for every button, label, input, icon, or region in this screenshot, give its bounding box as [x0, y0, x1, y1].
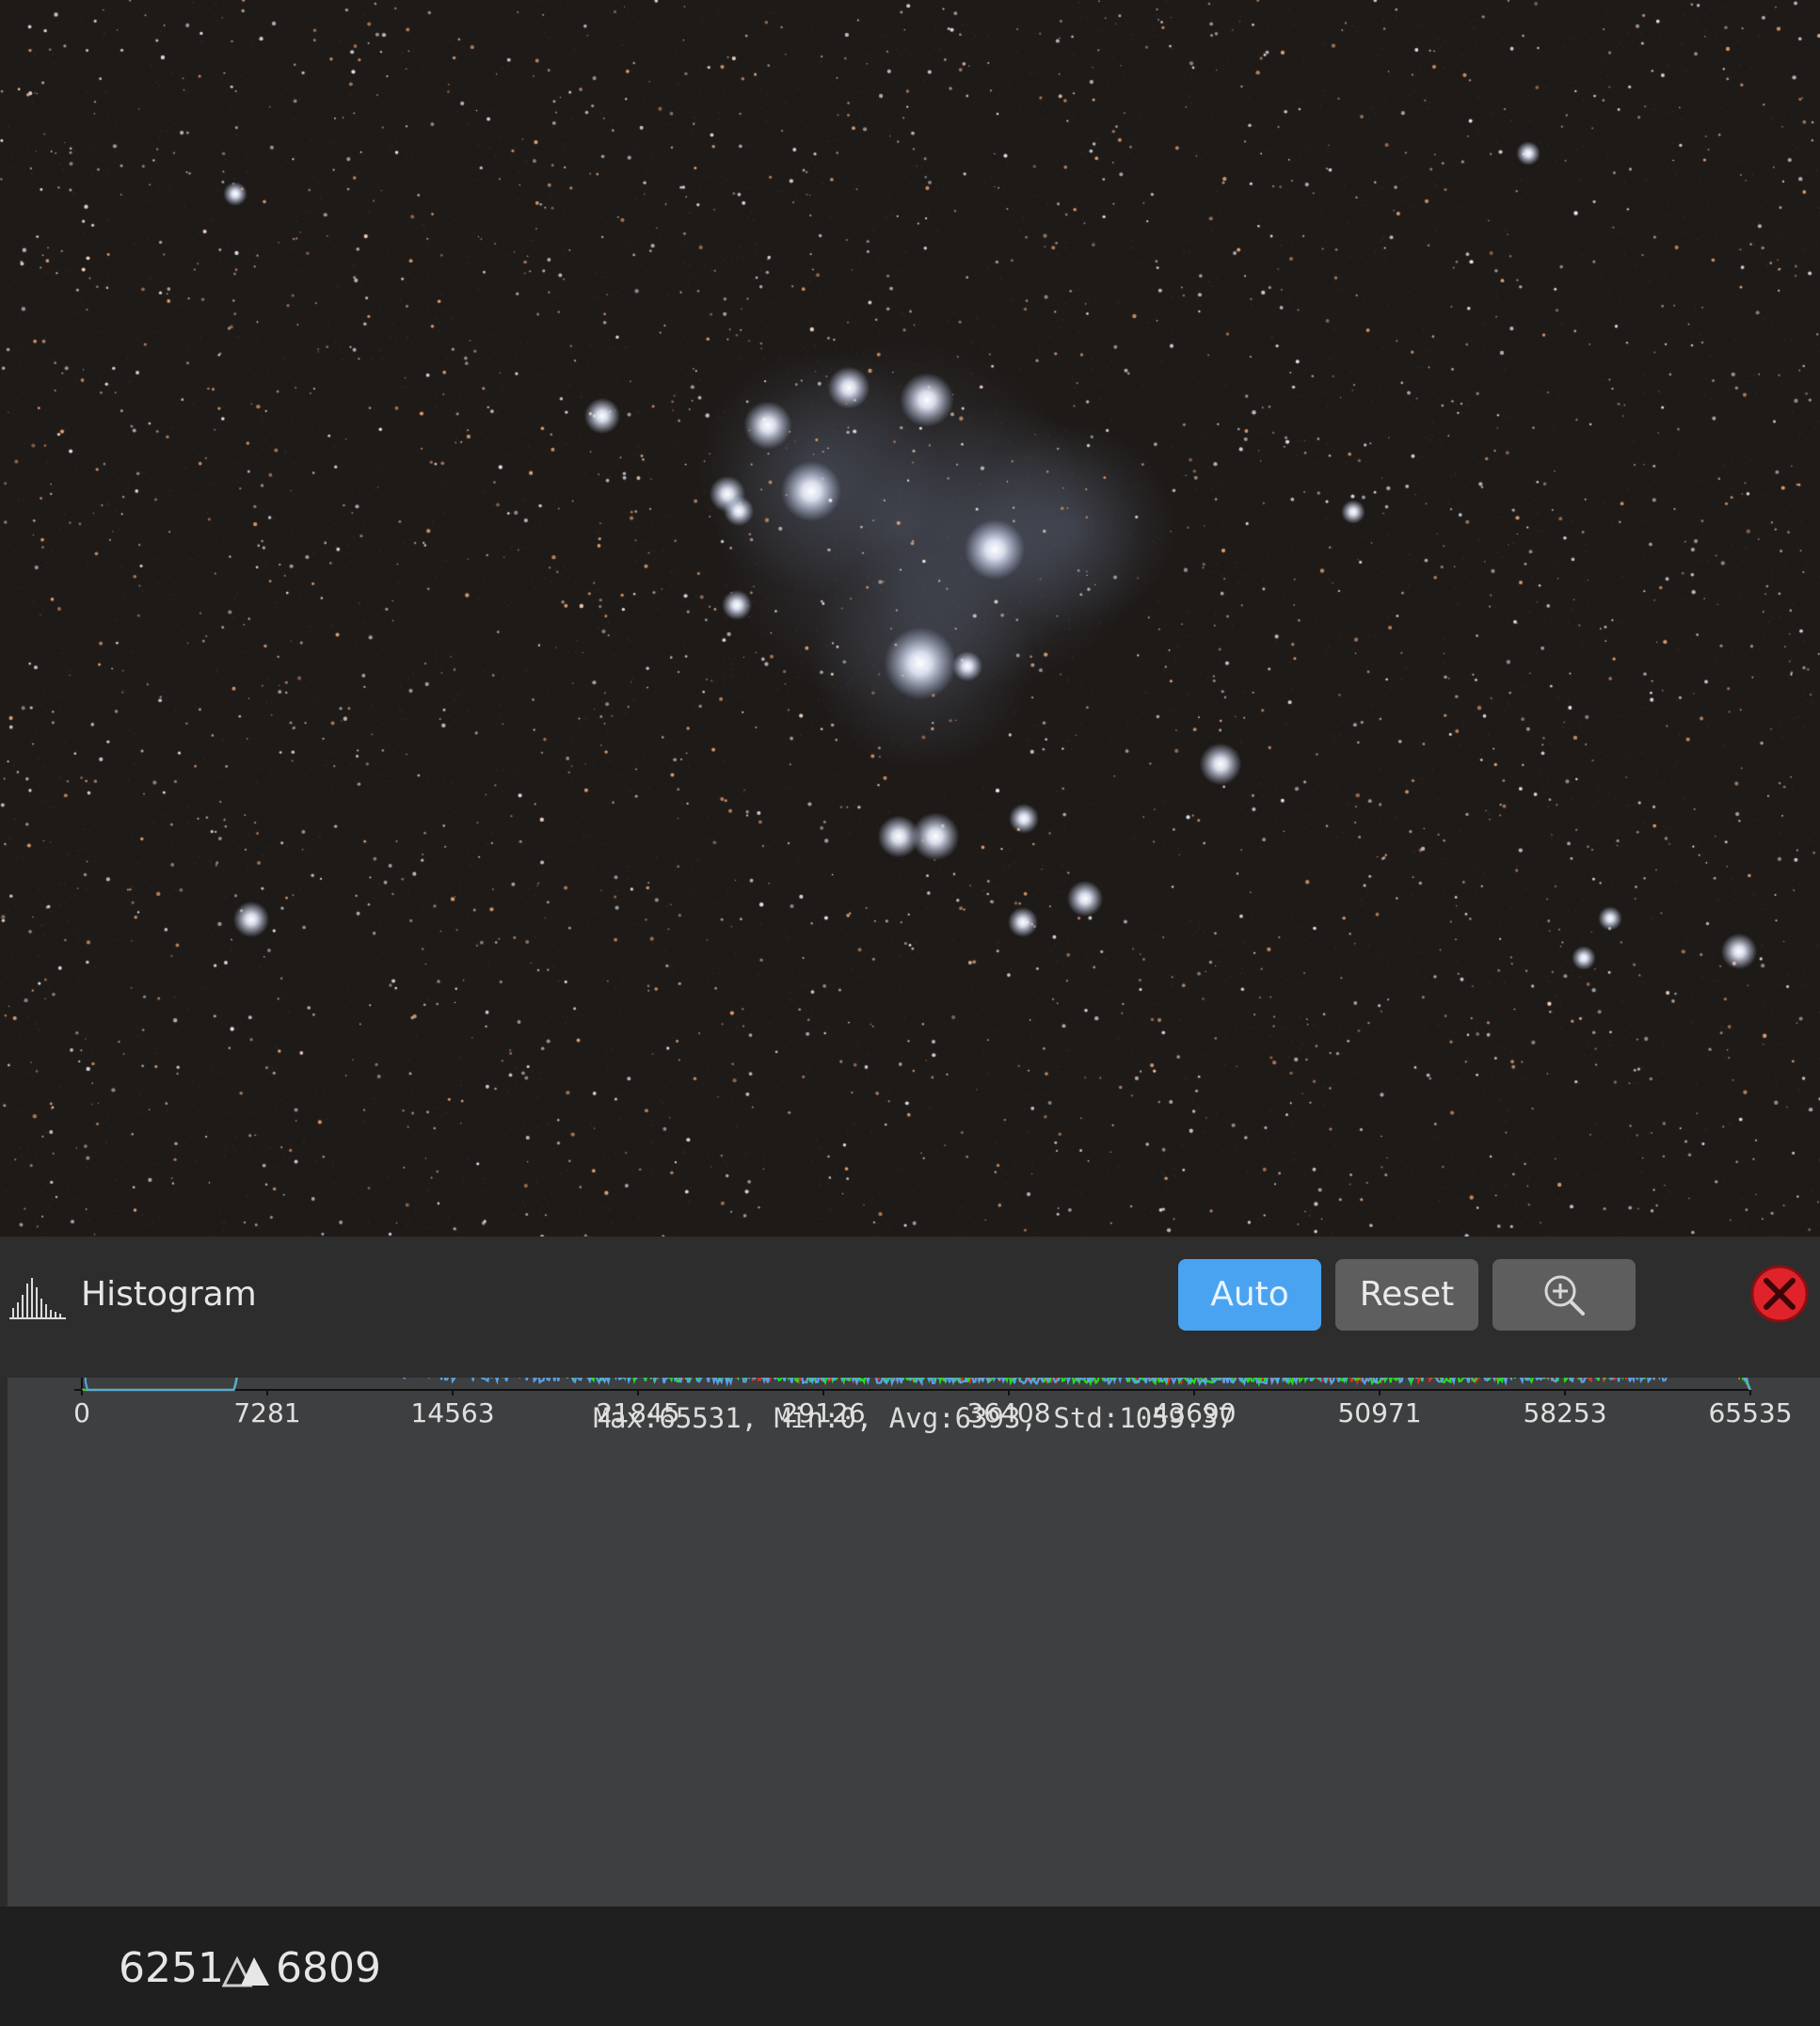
black-point-value[interactable]: 6251 — [119, 1942, 224, 1995]
x-tick-label: 29126 — [781, 1397, 865, 1428]
x-tick-label: 14563 — [410, 1397, 494, 1428]
histogram-panel: Histogram Auto Reset Max:65531, Min:0, A… — [0, 1236, 1820, 2026]
stretch-bar: 6251 6809 — [0, 1906, 1820, 2026]
x-tick-label: 65535 — [1708, 1397, 1792, 1428]
x-tick-label: 43690 — [1152, 1397, 1236, 1428]
histogram-plot[interactable]: 0 7281 14563 21845 29126 36408 43690 50971 58253… — [8, 1378, 1820, 1906]
panel-title: Histogram — [81, 1275, 257, 1314]
x-tick-label: 7281 — [233, 1397, 300, 1428]
x-tick-label: 36408 — [966, 1397, 1050, 1428]
close-icon[interactable] — [1750, 1265, 1809, 1323]
histogram-icon — [9, 1278, 66, 1319]
x-tick-label: 58253 — [1523, 1397, 1606, 1428]
histogram-chart[interactable]: Max:65531, Min:0, Avg:6393, Std:1059.37 … — [8, 1378, 1820, 1906]
range-slider-icon[interactable] — [222, 1954, 271, 1987]
auto-button[interactable]: Auto — [1178, 1259, 1321, 1331]
zoom-in-icon — [1544, 1275, 1585, 1316]
x-tick-label: 0 — [73, 1397, 90, 1428]
zoom-button[interactable] — [1493, 1259, 1636, 1331]
image-preview[interactable] — [0, 0, 1820, 1236]
reset-button[interactable]: Reset — [1335, 1259, 1478, 1331]
x-tick-label: 50971 — [1337, 1397, 1421, 1428]
white-point-value[interactable]: 6809 — [276, 1942, 381, 1995]
histogram-toolbar: Histogram Auto Reset — [0, 1236, 1820, 1378]
astro-image-canvas[interactable] — [0, 0, 1820, 1236]
x-tick-label: 21845 — [596, 1397, 679, 1428]
